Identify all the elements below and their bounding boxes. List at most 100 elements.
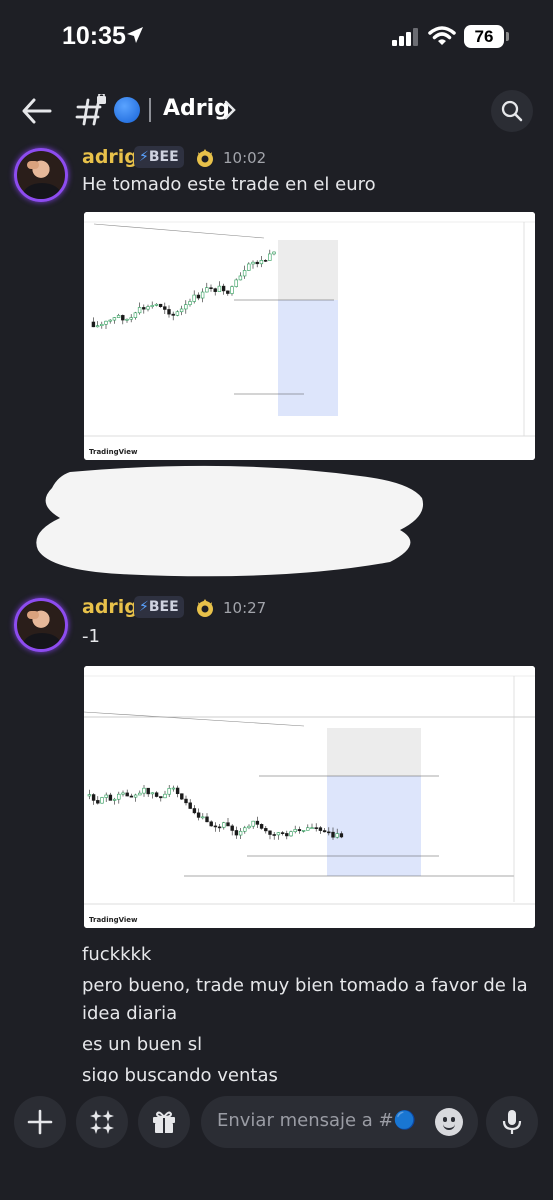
candle-body	[301, 830, 306, 832]
search-button[interactable]	[491, 90, 533, 132]
avatar[interactable]	[14, 598, 68, 652]
candle-body	[100, 323, 104, 327]
message-timestamp: 10:02	[223, 149, 267, 167]
candle-body	[200, 291, 205, 299]
candle-body	[163, 306, 167, 310]
wifi-icon	[428, 26, 456, 45]
candle-body	[192, 294, 196, 302]
candle-body	[146, 306, 150, 310]
candle-body	[133, 794, 138, 798]
candle-body	[129, 317, 133, 320]
candle-body	[264, 828, 268, 832]
candle-body	[138, 792, 142, 796]
location-arrow-icon	[127, 27, 143, 43]
candle-body	[104, 794, 108, 798]
back-arrow-icon[interactable]	[20, 96, 54, 126]
candle-body	[251, 820, 255, 827]
candle-body	[268, 253, 272, 261]
candle-body	[108, 319, 112, 322]
candle-body	[180, 793, 184, 800]
candle-body	[167, 309, 171, 315]
status-bar: 10:35 76	[0, 0, 553, 80]
plus-icon	[27, 1109, 53, 1135]
gift-button[interactable]	[138, 1096, 190, 1148]
candle-body	[146, 787, 150, 795]
candle-body	[226, 822, 230, 827]
candle-body	[234, 830, 239, 836]
candle-body	[125, 792, 129, 797]
candle-body	[112, 798, 117, 801]
candle-body	[121, 315, 125, 321]
tradingview-logo: TradingView	[89, 448, 138, 456]
candle-body	[272, 834, 276, 836]
candle-body	[293, 829, 297, 832]
message-timestamp: 10:27	[223, 599, 267, 617]
candle-body	[259, 260, 264, 265]
avatar[interactable]	[14, 148, 68, 202]
channel-emoji-icon	[114, 97, 140, 123]
candlestick-chart	[84, 212, 535, 460]
candle-body	[238, 275, 243, 281]
candle-body	[142, 787, 146, 794]
emoji-icon[interactable]	[435, 1108, 463, 1136]
message-group: adrig ⚡BEE 10:27 -1 TradingView	[0, 590, 553, 930]
message-text: -1	[82, 626, 100, 647]
role-badge[interactable]: ⚡BEE	[134, 146, 184, 168]
candle-body	[255, 261, 259, 265]
crown-badge-icon	[197, 599, 213, 617]
candle-body	[242, 270, 247, 277]
role-badge[interactable]: ⚡BEE	[134, 596, 184, 618]
candle-body	[117, 793, 121, 800]
candle-body	[251, 261, 255, 265]
candle-body	[213, 825, 218, 828]
candle-body	[314, 827, 318, 829]
candle-body	[154, 303, 159, 306]
message-input[interactable]: Enviar mensaje a #🔵...	[201, 1096, 478, 1148]
apps-button[interactable]	[76, 1096, 128, 1148]
candle-body	[129, 795, 134, 798]
bolt-icon: ⚡	[139, 149, 149, 165]
message-author[interactable]: adrig	[82, 146, 138, 168]
candle-body	[209, 287, 213, 290]
attach-button[interactable]	[14, 1096, 66, 1148]
redaction-scribble	[36, 465, 424, 577]
tradingview-logo: TradingView	[89, 916, 138, 924]
candle-body	[184, 798, 188, 804]
candle-body	[154, 792, 159, 797]
candle-body	[192, 808, 197, 814]
status-time: 10:35	[62, 22, 126, 50]
microphone-icon	[502, 1110, 522, 1134]
candle-body	[163, 793, 167, 799]
message-text: fuckkkk	[82, 944, 152, 965]
candle-body	[331, 831, 335, 838]
candle-body	[318, 827, 323, 831]
candle-body	[184, 304, 188, 310]
candle-body	[91, 321, 96, 328]
signal-icon	[392, 28, 418, 46]
candle-body	[205, 287, 209, 293]
search-icon	[501, 100, 523, 122]
candle-body	[158, 303, 163, 308]
chevron-right-icon[interactable]	[224, 100, 236, 120]
candle-body	[234, 279, 238, 287]
candle-body	[150, 792, 155, 795]
channel-name[interactable]: Adrig	[163, 96, 230, 121]
voice-button[interactable]	[486, 1096, 538, 1148]
candle-body	[100, 797, 104, 804]
bolt-icon: ⚡	[139, 599, 149, 615]
candle-body	[96, 800, 100, 804]
message-author[interactable]: adrig	[82, 596, 138, 618]
candle-body	[247, 263, 251, 271]
message-input-placeholder: Enviar mensaje a #🔵...	[217, 1110, 417, 1131]
chart-image[interactable]: TradingView	[84, 212, 535, 460]
chart-image[interactable]: TradingView	[84, 666, 535, 928]
candle-body	[221, 285, 226, 292]
candlestick-chart	[84, 666, 535, 928]
message-text: pero bueno, trade muy bien tomado a favo…	[82, 975, 528, 996]
channel-header: Adrig	[0, 86, 553, 136]
candle-body	[213, 288, 217, 292]
candle-body	[108, 794, 113, 801]
message-text: es un buen sl	[82, 1034, 203, 1055]
candle-body	[125, 318, 129, 321]
candle-body	[175, 787, 180, 795]
